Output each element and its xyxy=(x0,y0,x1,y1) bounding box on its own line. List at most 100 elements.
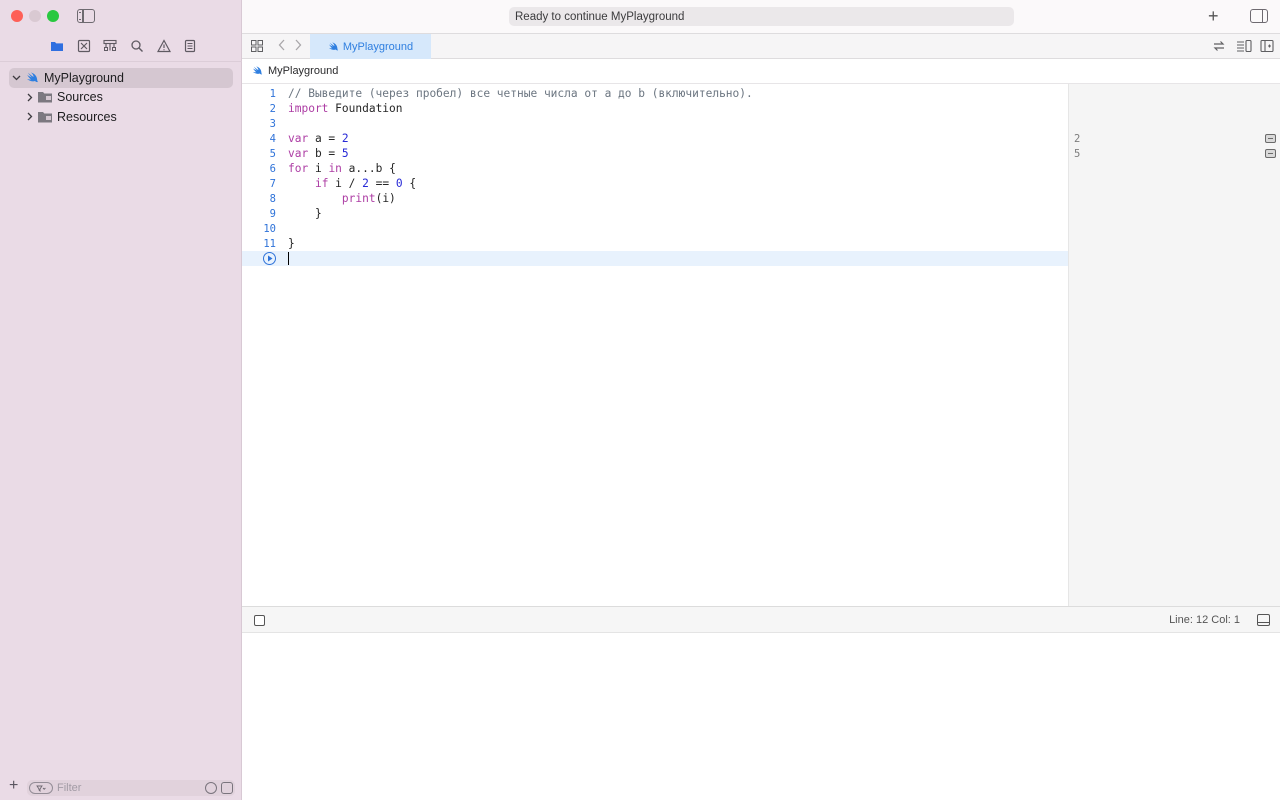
folder-icon xyxy=(37,91,53,103)
run-icon[interactable] xyxy=(263,252,276,265)
chevron-right-icon[interactable] xyxy=(24,92,34,102)
toolbar: Ready to continue MyPlayground + xyxy=(242,0,1280,34)
console-toggle-icon[interactable] xyxy=(1257,614,1270,626)
back-arrow-icon[interactable] xyxy=(278,39,286,51)
zoom-button[interactable] xyxy=(47,10,59,22)
close-button[interactable] xyxy=(11,10,23,22)
chevron-right-icon[interactable] xyxy=(24,112,34,122)
code-line[interactable]: 6 for i in a...b { xyxy=(242,161,1068,176)
related-items-grid-icon[interactable] xyxy=(251,40,263,52)
line-number: 5 xyxy=(269,147,276,160)
code-line[interactable]: 3 xyxy=(242,116,1068,131)
inspector-toggle-icon[interactable] xyxy=(1250,9,1268,23)
library-plus-icon[interactable]: + xyxy=(1208,7,1219,25)
current-line[interactable] xyxy=(242,251,1068,266)
code-text: var b = 5 xyxy=(288,147,349,160)
minimize-button[interactable] xyxy=(29,10,41,22)
navigation-arrows xyxy=(278,39,302,51)
code-text: for i in a...b { xyxy=(288,162,396,175)
code-text: if i / 2 == 0 { xyxy=(314,177,417,190)
sidebar-toggle-icon[interactable] xyxy=(77,9,95,23)
folder-icon[interactable] xyxy=(44,36,71,56)
source-control-filter-icon[interactable] xyxy=(221,782,233,794)
tree-item-root[interactable]: MyPlayground xyxy=(9,68,233,88)
recent-files-icon[interactable] xyxy=(205,782,217,794)
editor-options-icon[interactable] xyxy=(1236,39,1252,53)
project-tree: MyPlayground Sources Resources xyxy=(0,68,242,127)
line-number: 4 xyxy=(269,132,276,145)
swift-icon xyxy=(252,66,263,75)
folder-icon xyxy=(37,111,53,123)
filter-buttons xyxy=(205,782,233,794)
line-number: 6 xyxy=(269,162,276,175)
jump-bar[interactable]: MyPlayground xyxy=(242,59,1280,84)
line-number: 2 xyxy=(269,102,276,115)
line-number: 3 xyxy=(269,117,276,130)
result-value: 2 xyxy=(1074,132,1081,145)
hierarchy-icon[interactable] xyxy=(97,36,124,56)
activity-viewer: Ready to continue MyPlayground xyxy=(509,7,1014,26)
editor-tab-bar: MyPlayground xyxy=(242,34,1280,59)
code-line[interactable]: 10 xyxy=(242,221,1068,236)
result-row: 2 xyxy=(1069,131,1280,146)
code-text: } xyxy=(288,207,322,220)
console-area[interactable] xyxy=(242,633,1280,800)
results-sidebar: 2 5 xyxy=(1068,84,1280,606)
swap-arrows-icon[interactable] xyxy=(1212,39,1226,53)
filter-bar: + Filter xyxy=(0,774,242,800)
code-text: import Foundation xyxy=(288,102,403,115)
swift-icon xyxy=(328,41,338,50)
result-row: 5 xyxy=(1069,146,1280,161)
navigator-tabs xyxy=(44,36,204,56)
line-col-indicator: Line: 12 Col: 1 xyxy=(1169,614,1240,626)
jump-bar-path[interactable]: MyPlayground xyxy=(268,65,338,77)
tree-item-label: MyPlayground xyxy=(44,70,124,85)
filter-input[interactable]: Filter xyxy=(27,780,235,796)
code-line[interactable]: 4 var a = 2 xyxy=(242,131,1068,146)
tab-label: MyPlayground xyxy=(342,40,414,53)
split-editor-icon[interactable] xyxy=(1260,39,1274,53)
code-line[interactable]: 9 } xyxy=(242,206,1068,221)
result-value: 5 xyxy=(1074,147,1081,160)
code-line[interactable]: 11 } xyxy=(242,236,1068,251)
code-editor[interactable]: 1 // Выведите (через пробел) все четные … xyxy=(242,84,1068,606)
quick-look-icon[interactable] xyxy=(1265,134,1276,143)
line-number: 11 xyxy=(263,237,276,250)
navigator-sidebar: MyPlayground Sources Resources + Filter xyxy=(0,0,242,800)
debug-bar: Line: 12 Col: 1 xyxy=(242,606,1280,633)
tree-item-sources[interactable]: Sources xyxy=(0,88,242,108)
code-line[interactable]: 1 // Выведите (через пробел) все четные … xyxy=(242,86,1068,101)
quick-look-icon[interactable] xyxy=(1265,149,1276,158)
code-line[interactable]: 2 import Foundation xyxy=(242,101,1068,116)
tree-item-resources[interactable]: Resources xyxy=(0,107,242,127)
run-checkbox[interactable] xyxy=(254,615,265,626)
forward-arrow-icon[interactable] xyxy=(294,39,302,51)
code-comment: // Выведите (через пробел) все четные чи… xyxy=(288,87,753,100)
add-icon[interactable]: + xyxy=(9,778,18,794)
document-icon[interactable] xyxy=(177,36,204,56)
code-line[interactable]: 5 var b = 5 xyxy=(242,146,1068,161)
line-number: 1 xyxy=(269,87,276,100)
warning-icon[interactable] xyxy=(150,36,177,56)
window-controls xyxy=(11,10,59,22)
editor-options xyxy=(1212,39,1280,53)
filter-options-icon[interactable] xyxy=(29,782,53,794)
code-text: var a = 2 xyxy=(288,132,349,145)
search-icon[interactable] xyxy=(124,36,151,56)
tree-item-label: Resources xyxy=(57,109,117,124)
source-control-icon[interactable] xyxy=(71,36,98,56)
chevron-down-icon[interactable] xyxy=(11,73,21,83)
code-text: print(i) xyxy=(341,192,396,205)
tree-item-label: Sources xyxy=(57,90,103,105)
text-cursor xyxy=(288,252,289,265)
line-number: 10 xyxy=(263,222,276,235)
line-number: 8 xyxy=(269,192,276,205)
code-line[interactable]: 8 print(i) xyxy=(242,191,1068,206)
swift-icon xyxy=(26,72,39,84)
code-line[interactable]: 7 if i / 2 == 0 { xyxy=(242,176,1068,191)
tab-myplayground[interactable]: MyPlayground xyxy=(310,34,431,59)
divider xyxy=(0,61,242,62)
filter-placeholder: Filter xyxy=(57,782,82,794)
line-number: 9 xyxy=(269,207,276,220)
line-number: 7 xyxy=(269,177,276,190)
